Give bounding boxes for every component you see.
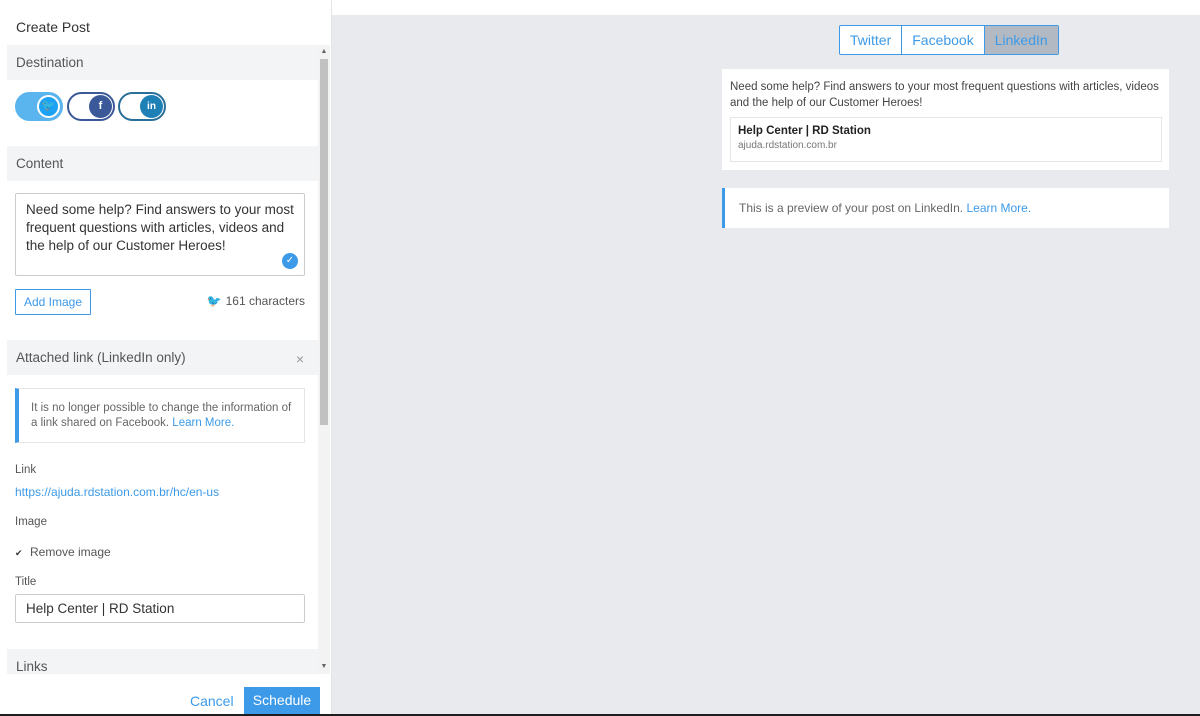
linkedin-toggle[interactable]: in xyxy=(118,92,166,121)
preview-note: This is a preview of your post on Linked… xyxy=(722,188,1169,228)
link-label: Link xyxy=(15,464,37,476)
preview-learn-more-link[interactable]: Learn More. xyxy=(966,201,1031,215)
tab-linkedin[interactable]: LinkedIn xyxy=(984,26,1058,54)
title-input[interactable]: Help Center | RD Station xyxy=(15,594,305,623)
facebook-link-notice: It is no longer possible to change the i… xyxy=(15,388,305,443)
link-url[interactable]: https://ajuda.rdstation.com.br/hc/en-us xyxy=(15,485,219,499)
character-count: 🐦 161 characters xyxy=(207,294,305,308)
preview-panel: Twitter Facebook LinkedIn Need some help… xyxy=(332,15,1200,714)
facebook-toggle[interactable]: f xyxy=(67,92,115,121)
attached-link-section-header: Attached link (LinkedIn only) × xyxy=(7,340,318,375)
scroll-up-icon[interactable]: ▲ xyxy=(320,48,328,56)
twitter-bird-icon: 🐦 xyxy=(206,294,222,308)
linkedin-icon: in xyxy=(140,95,163,118)
preview-link-url: ajuda.rdstation.com.br xyxy=(738,140,837,151)
add-image-button[interactable]: Add Image xyxy=(15,289,91,315)
facebook-icon: f xyxy=(89,95,112,118)
preview-note-text: This is a preview of your post on Linked… xyxy=(739,201,964,215)
panel-title: Create Post xyxy=(16,19,90,35)
character-count-text: 161 characters xyxy=(225,294,305,308)
tab-twitter[interactable]: Twitter xyxy=(840,26,903,54)
notice-learn-more-link[interactable]: Learn More. xyxy=(172,417,234,429)
links-section-header: Links xyxy=(7,649,318,674)
form-scrollbar[interactable]: ▲ ▼ xyxy=(318,45,330,674)
title-label: Title xyxy=(15,576,37,588)
destination-section-header: Destination xyxy=(7,45,318,80)
scroll-down-icon[interactable]: ▼ xyxy=(320,663,328,671)
image-label: Image xyxy=(15,516,47,528)
twitter-icon: 🐦 xyxy=(37,95,60,118)
preview-link-card[interactable]: Help Center | RD Station ajuda.rdstation… xyxy=(730,117,1162,162)
cancel-button[interactable]: Cancel xyxy=(190,687,234,715)
create-post-panel: Create Post Destination 🐦 f in Content N… xyxy=(0,0,332,714)
preview-link-title: Help Center | RD Station xyxy=(738,125,871,137)
check-icon: ✓ xyxy=(282,253,298,269)
post-form: Destination 🐦 f in Content Need some hel… xyxy=(7,45,318,674)
remove-image-option[interactable]: ✔ Remove image xyxy=(15,545,111,559)
content-section-header: Content xyxy=(7,146,318,181)
preview-post-text: Need some help? Find answers to your mos… xyxy=(730,81,1159,109)
scrollbar-thumb[interactable] xyxy=(320,59,328,425)
linkedin-post-preview: Need some help? Find answers to your mos… xyxy=(722,69,1169,170)
network-tabs: Twitter Facebook LinkedIn xyxy=(839,25,1059,55)
remove-image-label: Remove image xyxy=(30,545,111,559)
tab-facebook[interactable]: Facebook xyxy=(902,26,985,54)
schedule-button[interactable]: Schedule xyxy=(244,687,320,714)
form-footer: Cancel Schedule xyxy=(0,684,332,714)
notice-text: It is no longer possible to change the i… xyxy=(31,402,292,429)
post-content-textarea[interactable]: Need some help? Find answers to your mos… xyxy=(15,193,305,276)
remove-image-checkbox[interactable]: ✔ xyxy=(15,549,24,558)
post-content-text: Need some help? Find answers to your mos… xyxy=(26,202,294,253)
close-icon[interactable]: × xyxy=(296,342,304,377)
attached-link-title: Attached link (LinkedIn only) xyxy=(16,350,186,365)
twitter-toggle[interactable]: 🐦 xyxy=(15,92,63,121)
